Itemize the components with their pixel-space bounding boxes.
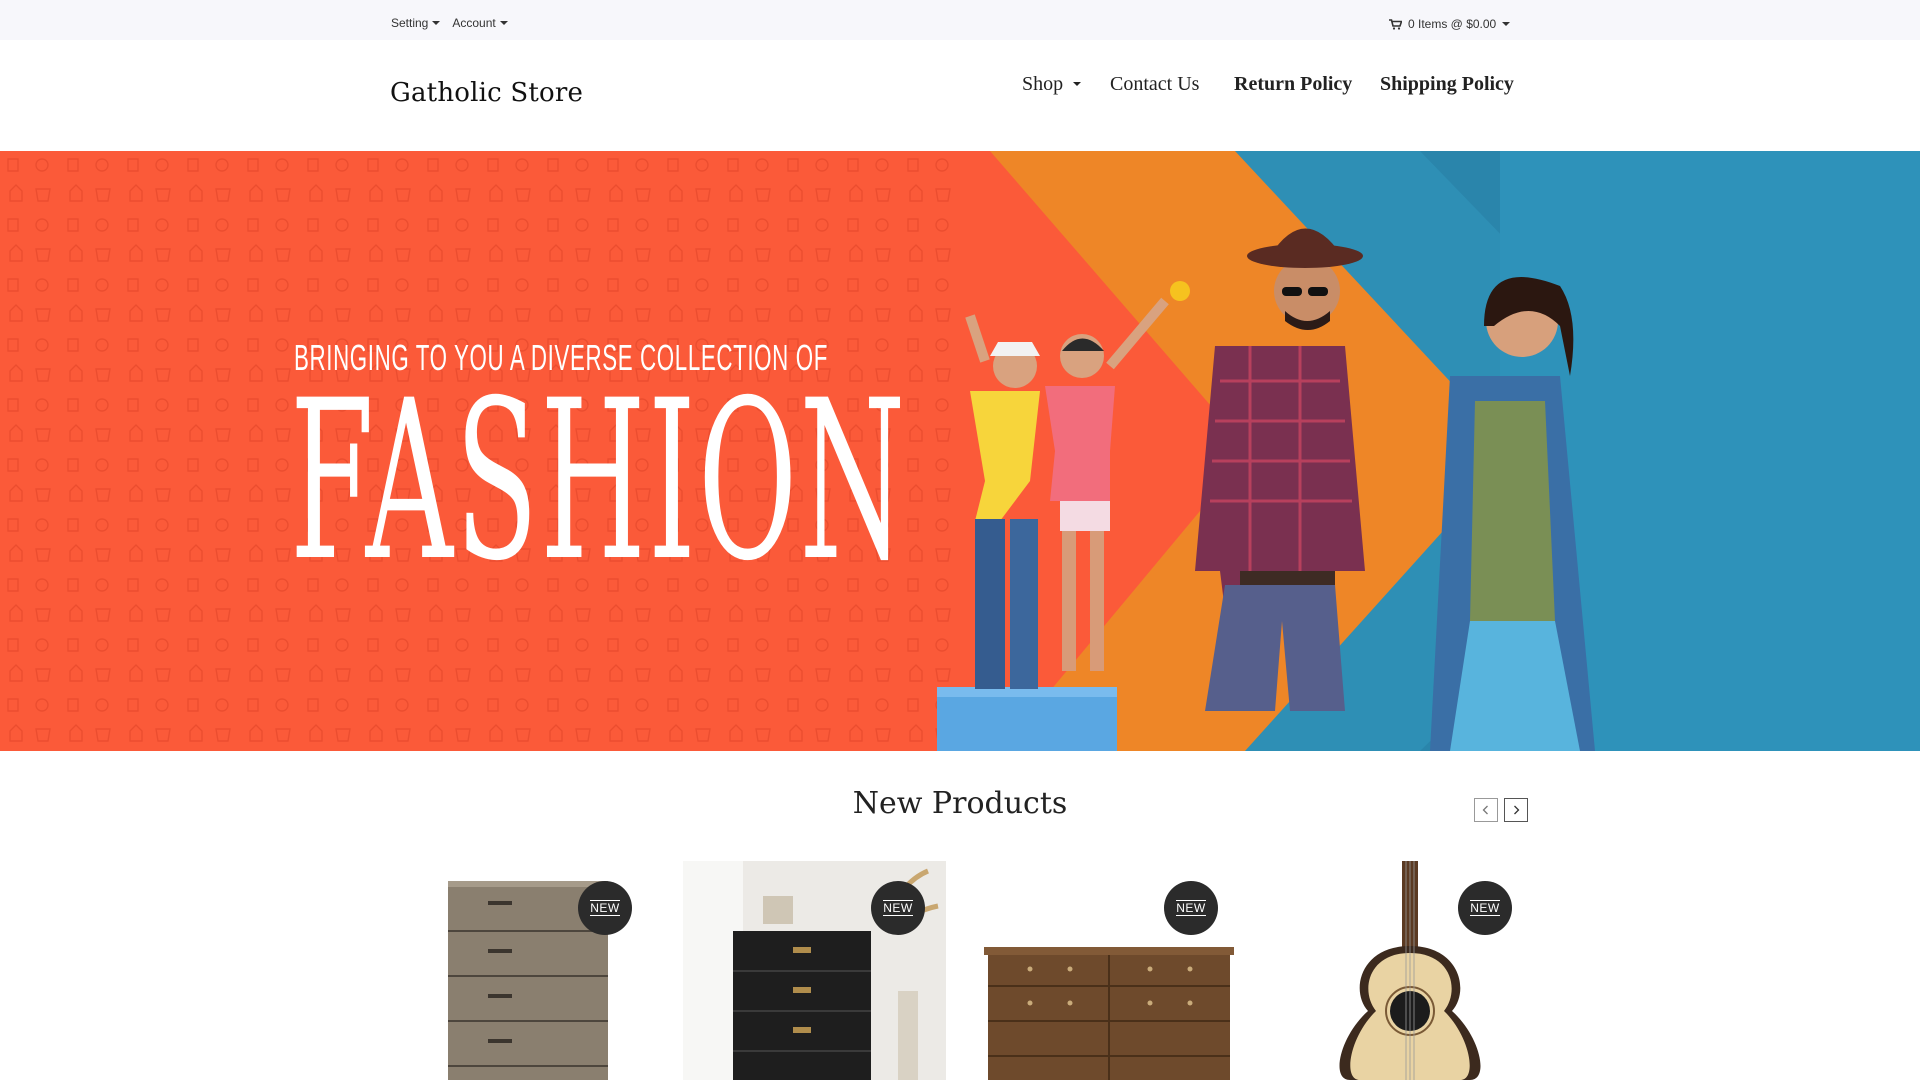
- cart-dropdown[interactable]: 0 Items @ $0.00: [1389, 17, 1511, 31]
- nav-contact-us[interactable]: Contact Us: [1110, 73, 1199, 96]
- hero-background: [0, 151, 1920, 751]
- caret-down-icon: [1502, 22, 1511, 26]
- product-card[interactable]: NEW: [1290, 861, 1526, 1080]
- nav-shipping-policy[interactable]: Shipping Policy: [1380, 73, 1514, 96]
- cart-summary: 0 Items @ $0.00: [1408, 17, 1497, 31]
- store-logo[interactable]: Gatholic Store: [390, 78, 583, 108]
- new-badge: NEW: [1458, 881, 1512, 935]
- carousel-next-button[interactable]: [1504, 798, 1528, 822]
- nav-shop-label: Shop: [1022, 72, 1064, 95]
- nav-contact-label: Contact Us: [1110, 72, 1200, 95]
- hero-banner[interactable]: BRINGING TO YOU A DIVERSE COLLECTION OF …: [0, 151, 1920, 751]
- caret-down-icon: [1073, 82, 1082, 86]
- nav-shipping-label: Shipping Policy: [1380, 72, 1514, 95]
- caret-down-icon: [499, 21, 508, 25]
- top-bar-left: Setting Account: [391, 16, 508, 30]
- product-card[interactable]: NEW: [980, 861, 1242, 1080]
- new-badge: NEW: [578, 881, 632, 935]
- nav-return-label: Return Policy: [1234, 72, 1353, 95]
- top-bar: Setting Account 0 Items @ $0.00: [0, 0, 1920, 40]
- new-badge: NEW: [1164, 881, 1218, 935]
- product-card[interactable]: NEW: [683, 861, 946, 1080]
- setting-label: Setting: [391, 16, 429, 30]
- product-card[interactable]: NEW: [430, 861, 650, 1080]
- new-badge: NEW: [871, 881, 925, 935]
- setting-dropdown[interactable]: Setting: [391, 16, 441, 30]
- site-header: Gatholic Store Shop Contact Us Return Po…: [0, 40, 1920, 151]
- chevron-right-icon: [1514, 805, 1520, 815]
- nav-return-policy[interactable]: Return Policy: [1234, 73, 1352, 96]
- carousel-prev-button[interactable]: [1474, 798, 1498, 822]
- chevron-left-icon: [1482, 805, 1488, 815]
- account-dropdown[interactable]: Account: [452, 16, 508, 30]
- hero-headline: FASHION: [290, 353, 908, 609]
- cart-icon: [1389, 18, 1402, 30]
- account-label: Account: [452, 16, 496, 30]
- nav-shop[interactable]: Shop: [1022, 72, 1082, 96]
- new-products-title: New Products: [852, 786, 1068, 821]
- caret-down-icon: [432, 21, 441, 25]
